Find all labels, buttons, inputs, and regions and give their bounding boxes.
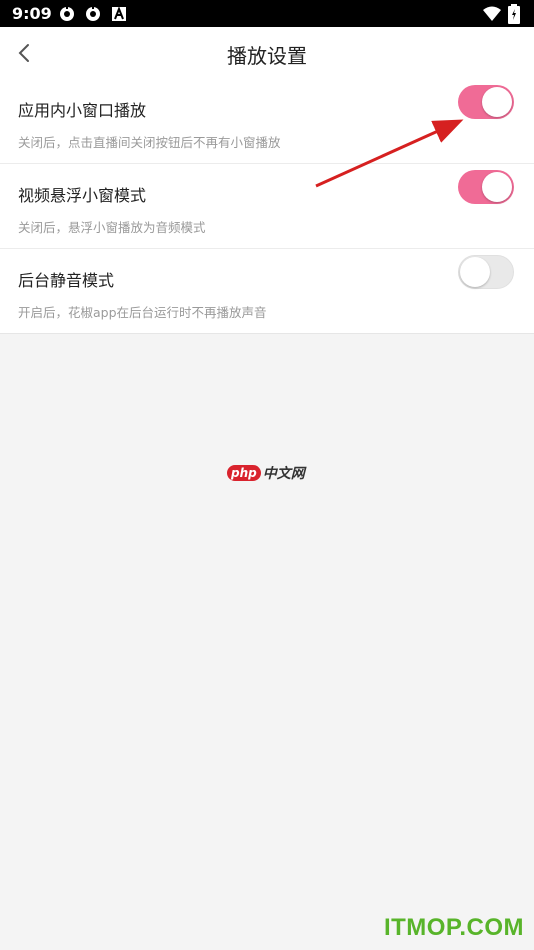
php-badge: php: [227, 465, 261, 481]
itmop-watermark: ITMOP.COM: [383, 914, 524, 941]
status-time: 9:09: [12, 4, 52, 23]
setting-description: 开启后，花椒app在后台运行时不再播放声音: [18, 305, 267, 320]
status-icons-right: [482, 4, 520, 24]
status-icons-left: [58, 5, 128, 23]
php-cn-text: 中文网: [262, 466, 305, 482]
app-header: 播放设置: [0, 27, 534, 79]
settings-gear-icon: [86, 5, 100, 21]
floating-mini-window-toggle[interactable]: [458, 170, 514, 204]
battery-icon: [508, 4, 520, 24]
page-title: 播放设置: [227, 44, 307, 68]
background-mute-toggle[interactable]: [458, 255, 514, 289]
toggle-knob: [460, 257, 490, 287]
status-bar: 9:09: [0, 0, 534, 27]
setting-description: 关闭后，点击直播间关闭按钮后不再有小窗播放: [18, 135, 281, 150]
setting-title: 视频悬浮小窗模式: [18, 186, 147, 205]
setting-row-in-app-mini-window: 应用内小窗口播放 关闭后，点击直播间关闭按钮后不再有小窗播放: [0, 79, 534, 164]
wifi-icon: [483, 6, 501, 21]
settings-list: 应用内小窗口播放 关闭后，点击直播间关闭按钮后不再有小窗播放 视频悬浮小窗模式 …: [0, 79, 534, 334]
setting-title: 后台静音模式: [18, 271, 115, 290]
setting-row-background-mute: 后台静音模式 开启后，花椒app在后台运行时不再播放声音: [0, 249, 534, 334]
setting-row-floating-mini-window: 视频悬浮小窗模式 关闭后，悬浮小窗播放为音频模式: [0, 164, 534, 249]
php-cn-logo: php 中文网: [227, 463, 305, 483]
text-a-icon: [112, 6, 126, 21]
settings-gear-icon: [60, 5, 74, 21]
toggle-knob: [482, 172, 512, 202]
in-app-mini-window-toggle[interactable]: [458, 85, 514, 119]
setting-description: 关闭后，悬浮小窗播放为音频模式: [18, 220, 206, 235]
setting-title: 应用内小窗口播放: [18, 101, 147, 120]
toggle-knob: [482, 87, 512, 117]
